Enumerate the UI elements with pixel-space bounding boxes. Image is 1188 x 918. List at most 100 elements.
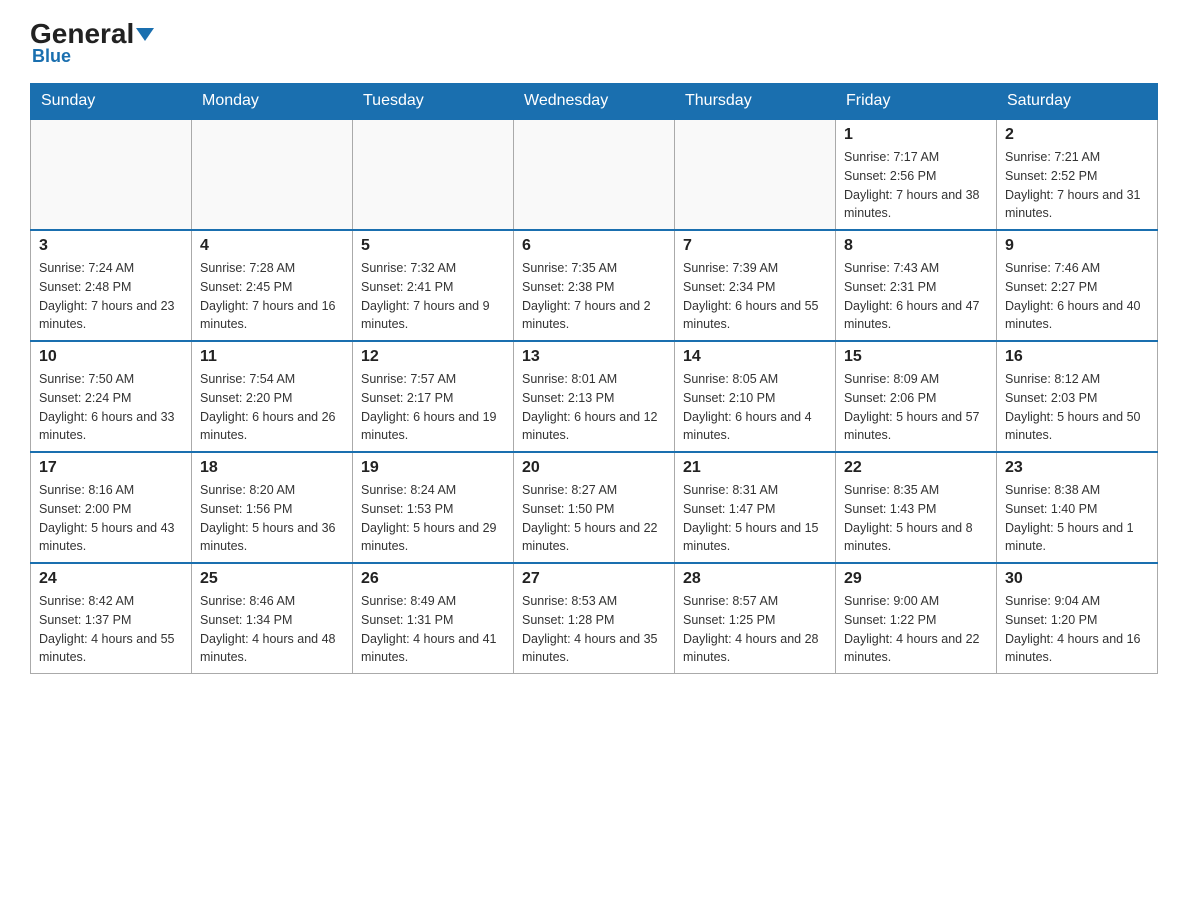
calendar-header-wednesday: Wednesday [514,84,675,120]
day-number: 23 [1005,459,1149,477]
day-info: Sunrise: 8:53 AM Sunset: 1:28 PM Dayligh… [522,592,666,667]
calendar-header-monday: Monday [192,84,353,120]
day-info: Sunrise: 8:38 AM Sunset: 1:40 PM Dayligh… [1005,481,1149,556]
calendar-day-cell: 9Sunrise: 7:46 AM Sunset: 2:27 PM Daylig… [997,230,1158,341]
calendar-day-cell: 24 Sunrise: 8:42 AM Sunset: 1:37 PM Dayli… [31,563,192,674]
day-number: 5 [361,237,505,255]
logo: General Blue [30,20,154,67]
calendar-day-cell: 29 Sunrise: 9:00 AM Sunset: 1:22 PM Dayli… [836,563,997,674]
day-info: Sunrise: 8:49 AM Sunset: 1:31 PM Dayligh… [361,592,505,667]
calendar-header-tuesday: Tuesday [353,84,514,120]
day-info: Sunrise: 7:46 AM Sunset: 2:27 PM Dayligh… [1005,259,1149,334]
calendar-day-cell: 11 Sunrise: 7:54 AM Sunset: 2:20 PM Dayli… [192,341,353,452]
calendar-day-cell [31,119,192,230]
calendar-day-cell: 23 Sunrise: 8:38 AM Sunset: 1:40 PM Dayli… [997,452,1158,563]
calendar-day-cell: 21 Sunrise: 8:31 AM Sunset: 1:47 PM Dayli… [675,452,836,563]
day-info: Sunrise: 9:00 AM Sunset: 1:22 PM Dayligh… [844,592,988,667]
day-number: 17 [39,459,183,477]
day-number: 3 [39,237,183,255]
calendar-day-cell: 3 Sunrise: 7:24 AM Sunset: 2:48 PM Daylig… [31,230,192,341]
calendar-header-row: SundayMondayTuesdayWednesdayThursdayFrid… [31,84,1158,120]
day-number: 26 [361,570,505,588]
day-number: 29 [844,570,988,588]
page-header: General Blue [30,20,1158,67]
calendar-day-cell: 7Sunrise: 7:39 AM Sunset: 2:34 PM Daylig… [675,230,836,341]
calendar-day-cell: 18 Sunrise: 8:20 AM Sunset: 1:56 PM Dayli… [192,452,353,563]
calendar-week-row-2: 3 Sunrise: 7:24 AM Sunset: 2:48 PM Daylig… [31,230,1158,341]
calendar-week-row-1: 1 Sunrise: 7:17 AM Sunset: 2:56 PM Daylig… [31,119,1158,230]
day-info: Sunrise: 8:16 AM Sunset: 2:00 PM Dayligh… [39,481,183,556]
calendar-day-cell: 14Sunrise: 8:05 AM Sunset: 2:10 PM Dayli… [675,341,836,452]
calendar-day-cell: 26 Sunrise: 8:49 AM Sunset: 1:31 PM Dayli… [353,563,514,674]
day-number: 6 [522,237,666,255]
day-number: 18 [200,459,344,477]
day-info: Sunrise: 8:09 AM Sunset: 2:06 PM Dayligh… [844,370,988,445]
day-info: Sunrise: 7:24 AM Sunset: 2:48 PM Dayligh… [39,259,183,334]
calendar-day-cell: 5Sunrise: 7:32 AM Sunset: 2:41 PM Daylig… [353,230,514,341]
day-number: 16 [1005,348,1149,366]
calendar-header-sunday: Sunday [31,84,192,120]
day-info: Sunrise: 8:46 AM Sunset: 1:34 PM Dayligh… [200,592,344,667]
day-number: 21 [683,459,827,477]
day-number: 2 [1005,126,1149,144]
calendar-day-cell: 8Sunrise: 7:43 AM Sunset: 2:31 PM Daylig… [836,230,997,341]
day-number: 30 [1005,570,1149,588]
logo-triangle-icon [136,28,154,41]
day-info: Sunrise: 7:39 AM Sunset: 2:34 PM Dayligh… [683,259,827,334]
calendar-day-cell: 1 Sunrise: 7:17 AM Sunset: 2:56 PM Daylig… [836,119,997,230]
day-number: 25 [200,570,344,588]
calendar-week-row-5: 24 Sunrise: 8:42 AM Sunset: 1:37 PM Dayli… [31,563,1158,674]
day-info: Sunrise: 8:31 AM Sunset: 1:47 PM Dayligh… [683,481,827,556]
calendar-week-row-3: 10Sunrise: 7:50 AM Sunset: 2:24 PM Dayli… [31,341,1158,452]
day-number: 4 [200,237,344,255]
day-number: 15 [844,348,988,366]
calendar-day-cell: 30Sunrise: 9:04 AM Sunset: 1:20 PM Dayli… [997,563,1158,674]
day-info: Sunrise: 7:28 AM Sunset: 2:45 PM Dayligh… [200,259,344,334]
calendar-day-cell: 17 Sunrise: 8:16 AM Sunset: 2:00 PM Dayli… [31,452,192,563]
day-info: Sunrise: 7:17 AM Sunset: 2:56 PM Dayligh… [844,148,988,223]
day-number: 20 [522,459,666,477]
day-number: 28 [683,570,827,588]
day-number: 22 [844,459,988,477]
day-number: 1 [844,126,988,144]
calendar-day-cell: 12 Sunrise: 7:57 AM Sunset: 2:17 PM Dayli… [353,341,514,452]
calendar-day-cell [192,119,353,230]
calendar-day-cell: 2Sunrise: 7:21 AM Sunset: 2:52 PM Daylig… [997,119,1158,230]
day-number: 13 [522,348,666,366]
calendar-day-cell: 13 Sunrise: 8:01 AM Sunset: 2:13 PM Dayli… [514,341,675,452]
day-info: Sunrise: 7:57 AM Sunset: 2:17 PM Dayligh… [361,370,505,445]
calendar-day-cell [353,119,514,230]
calendar-header-thursday: Thursday [675,84,836,120]
calendar-day-cell: 28 Sunrise: 8:57 AM Sunset: 1:25 PM Dayli… [675,563,836,674]
day-number: 19 [361,459,505,477]
day-number: 8 [844,237,988,255]
day-number: 27 [522,570,666,588]
calendar-header-saturday: Saturday [997,84,1158,120]
calendar-day-cell: 4 Sunrise: 7:28 AM Sunset: 2:45 PM Daylig… [192,230,353,341]
calendar-table: SundayMondayTuesdayWednesdayThursdayFrid… [30,83,1158,674]
calendar-day-cell: 15 Sunrise: 8:09 AM Sunset: 2:06 PM Dayli… [836,341,997,452]
calendar-day-cell: 6Sunrise: 7:35 AM Sunset: 2:38 PM Daylig… [514,230,675,341]
day-info: Sunrise: 8:20 AM Sunset: 1:56 PM Dayligh… [200,481,344,556]
day-number: 12 [361,348,505,366]
calendar-day-cell: 20 Sunrise: 8:27 AM Sunset: 1:50 PM Dayli… [514,452,675,563]
calendar-header-friday: Friday [836,84,997,120]
calendar-day-cell [514,119,675,230]
day-info: Sunrise: 8:35 AM Sunset: 1:43 PM Dayligh… [844,481,988,556]
calendar-day-cell: 16 Sunrise: 8:12 AM Sunset: 2:03 PM Dayli… [997,341,1158,452]
day-info: Sunrise: 8:42 AM Sunset: 1:37 PM Dayligh… [39,592,183,667]
logo-general-text: General [30,20,134,48]
day-info: Sunrise: 8:24 AM Sunset: 1:53 PM Dayligh… [361,481,505,556]
day-info: Sunrise: 8:27 AM Sunset: 1:50 PM Dayligh… [522,481,666,556]
logo-blue-text: Blue [30,46,71,67]
day-number: 11 [200,348,344,366]
day-number: 24 [39,570,183,588]
logo-top: General [30,20,154,48]
calendar-day-cell: 25 Sunrise: 8:46 AM Sunset: 1:34 PM Dayli… [192,563,353,674]
day-number: 10 [39,348,183,366]
day-info: Sunrise: 7:54 AM Sunset: 2:20 PM Dayligh… [200,370,344,445]
day-number: 14 [683,348,827,366]
day-info: Sunrise: 8:57 AM Sunset: 1:25 PM Dayligh… [683,592,827,667]
day-info: Sunrise: 8:01 AM Sunset: 2:13 PM Dayligh… [522,370,666,445]
day-info: Sunrise: 8:12 AM Sunset: 2:03 PM Dayligh… [1005,370,1149,445]
